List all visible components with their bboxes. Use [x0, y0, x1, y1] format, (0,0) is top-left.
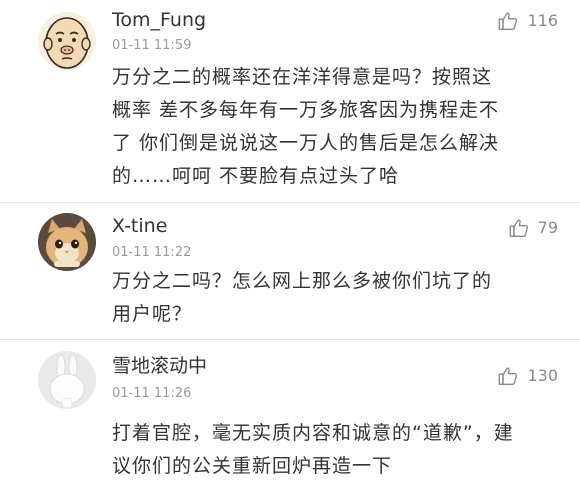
comment-item: Tom_Fung 01-11 11:59 116 万分之二的概率还在洋洋得意是吗… [0, 0, 580, 202]
username[interactable]: Tom_Fung [112, 11, 206, 30]
like-count: 79 [537, 218, 558, 237]
like-button[interactable]: 116 [497, 10, 558, 32]
cartoon-face-avatar[interactable] [38, 12, 96, 70]
comment-text: 万分之二的概率还在洋洋得意是吗？按照这 概率 差不多每年有一万多旅客因为携程走不… [112, 66, 500, 187]
thumbs-up-icon [499, 12, 518, 30]
comment-text: 打着官腔，毫无实质内容和诚意的“道歉”，建 议你们的公关重新回炉再造一下 [112, 422, 514, 477]
thumbs-up-icon [509, 219, 528, 237]
like-count: 130 [527, 366, 558, 385]
timestamp: 01-11 11:59 [112, 38, 192, 53]
comment-item: 雪地滚动中 01-11 11:26 130 打着官腔，毫无实质内容和诚意的“道歉… [0, 340, 580, 489]
timestamp: 01-11 11:22 [112, 245, 192, 260]
username[interactable]: X-tine [112, 217, 167, 236]
like-count: 116 [527, 11, 558, 30]
comment-text: 万分之二吗？怎么网上那么多被你们坑了的 用户呢？ [112, 270, 493, 325]
comment-item: X-tine 01-11 11:22 79 万分之二吗？怎么网上那么多被你们坑了… [0, 203, 580, 339]
kitten-photo-avatar[interactable] [38, 213, 96, 271]
white-rabbit-avatar[interactable] [38, 351, 96, 409]
timestamp: 01-11 11:26 [112, 386, 192, 401]
thumbs-up-icon [499, 367, 518, 385]
username[interactable]: 雪地滚动中 [112, 357, 207, 376]
like-button[interactable]: 130 [497, 365, 558, 387]
like-button[interactable]: 79 [508, 217, 558, 239]
